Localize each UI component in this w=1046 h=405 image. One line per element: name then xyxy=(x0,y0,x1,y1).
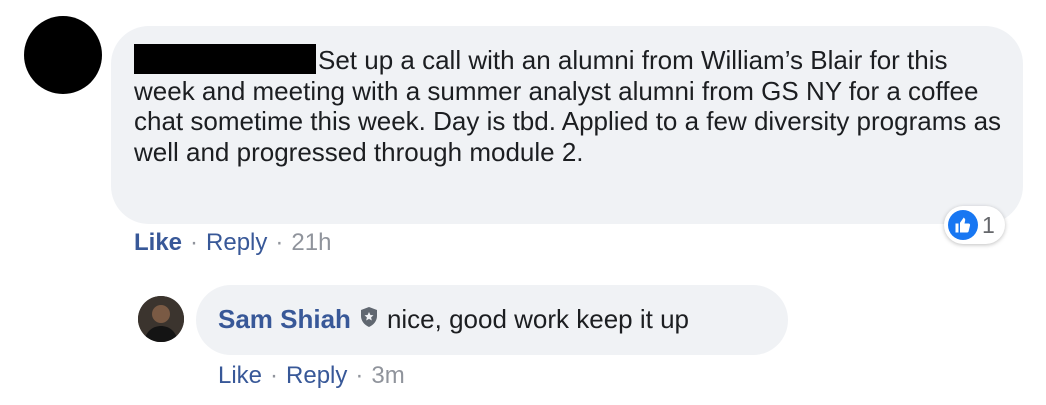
reaction-count: 1 xyxy=(982,211,995,238)
comment-body: Set up a call with an alumni from Willia… xyxy=(134,44,1014,167)
like-icon xyxy=(948,210,978,240)
timestamp[interactable]: 21h xyxy=(291,229,331,257)
separator-dot: · xyxy=(355,362,364,389)
reply-avatar[interactable] xyxy=(138,296,184,342)
reaction-summary[interactable]: 1 xyxy=(944,206,1005,244)
comment-actions: Like · Reply · 21h xyxy=(134,229,331,257)
reply-text: nice, good work keep it up xyxy=(386,304,690,334)
like-link[interactable]: Like xyxy=(134,229,182,257)
shield-icon xyxy=(359,304,379,335)
reply-body: Sam Shiah nice, good work keep it up xyxy=(218,304,689,335)
reply-link[interactable]: Reply xyxy=(206,229,267,257)
reply-author-name[interactable]: Sam Shiah xyxy=(218,304,351,335)
reply-actions: Like · Reply · 3m xyxy=(218,362,405,390)
redacted-author-name xyxy=(134,44,316,74)
separator-dot: · xyxy=(270,362,279,389)
like-link[interactable]: Like xyxy=(218,362,262,390)
separator-dot: · xyxy=(275,229,284,256)
timestamp[interactable]: 3m xyxy=(371,362,404,390)
separator-dot: · xyxy=(190,229,199,256)
reply-link[interactable]: Reply xyxy=(286,362,347,390)
commenter-avatar[interactable] xyxy=(24,16,102,94)
